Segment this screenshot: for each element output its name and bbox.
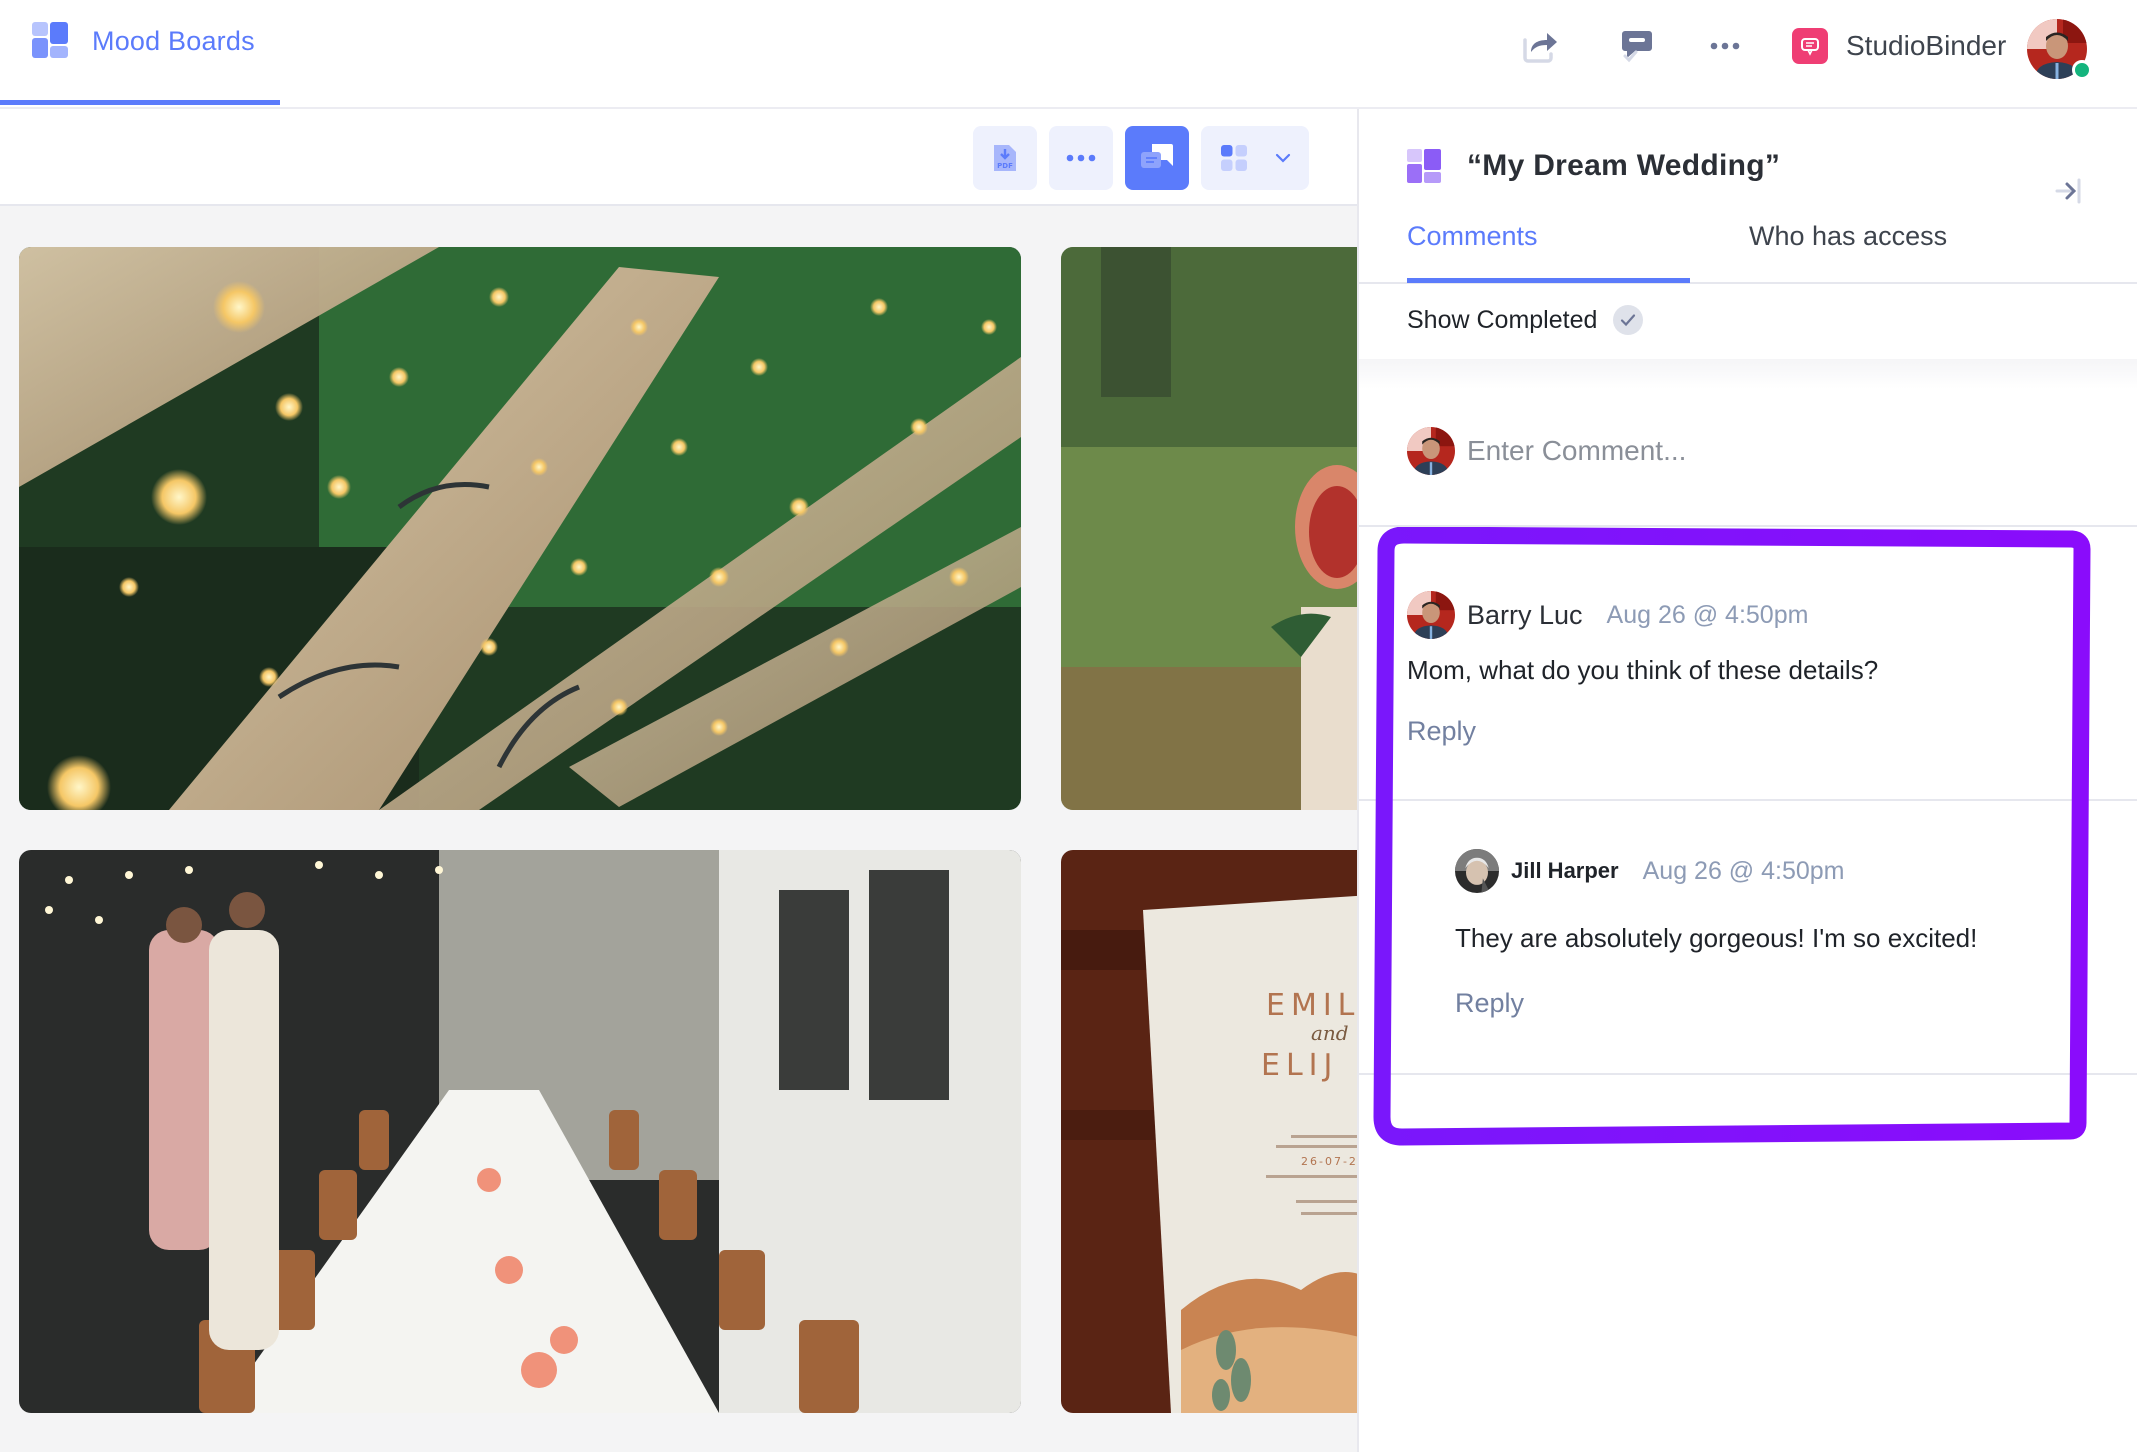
current-user-avatar (1407, 427, 1455, 475)
studiobinder-logo-icon (1792, 28, 1828, 64)
comment-timestamp: Aug 26 @ 4:50pm (1642, 856, 1845, 885)
image-banquet (19, 850, 1021, 1413)
check-icon[interactable] (1613, 305, 1644, 335)
top-header: Mood Boards StudioBinder (0, 0, 2137, 109)
board-image-fig[interactable] (1061, 247, 1371, 810)
board-image-invitation[interactable]: EMIL and ELIJ 26-07-2 (1061, 850, 1371, 1413)
comment-header: Barry Luc Aug 26 @ 4:50pm (1407, 591, 2087, 639)
comment-input[interactable] (1467, 435, 2067, 467)
reply-item: Jill Harper Aug 26 @ 4:50pm They are abs… (1455, 849, 2135, 1019)
image-fig (1061, 247, 1371, 810)
invitation-and: and (1311, 1021, 1349, 1045)
invitation-date: 26-07-2 (1301, 1155, 1358, 1168)
mood-board-icon (32, 22, 68, 58)
comment-header: Jill Harper Aug 26 @ 4:50pm (1455, 849, 2135, 893)
toolbar-more-button[interactable] (1049, 126, 1113, 190)
image-fairy-lights (19, 247, 1021, 810)
reply-button[interactable]: Reply (1407, 716, 1476, 747)
app-tab-label: Mood Boards (92, 26, 255, 56)
export-pdf-button[interactable]: PDF (973, 126, 1037, 190)
pdf-label: PDF (997, 162, 1013, 170)
author-avatar[interactable] (1407, 591, 1455, 639)
mood-board-icon (1407, 149, 1441, 183)
share-button[interactable] (1519, 26, 1559, 66)
comments-panel-button[interactable] (1125, 126, 1189, 190)
tab-mood-boards[interactable]: Mood Boards (0, 0, 280, 107)
image-invitation: EMIL and ELIJ 26-07-2 (1061, 850, 1371, 1413)
comment-check-icon (1622, 31, 1652, 63)
more-dots-icon (1066, 154, 1096, 162)
show-completed-toggle[interactable]: Show Completed (1407, 305, 1644, 335)
comment-timestamp: Aug 26 @ 4:50pm (1606, 600, 1809, 629)
comment-text: They are absolutely gorgeous! I'm so exc… (1455, 923, 1978, 953)
more-dots-icon (1710, 42, 1740, 50)
share-icon (1523, 33, 1557, 63)
divider (1359, 1073, 2137, 1075)
comments-toggle-button[interactable] (1617, 26, 1657, 66)
comments-icon (1141, 144, 1173, 168)
section-separator (1359, 359, 2137, 389)
show-completed-label: Show Completed (1407, 305, 1598, 334)
comments-panel: “My Dream Wedding” Comments Who has acce… (1357, 109, 2137, 1452)
board-image-fairy-lights[interactable] (19, 247, 1021, 810)
invitation-name-1: EMIL (1266, 988, 1360, 1023)
new-comment-row (1407, 425, 2107, 477)
mood-board-canvas: PDF EMIL and ELIJ 26-07-2 (0, 109, 1371, 1452)
tab-comments[interactable]: Comments (1407, 221, 1538, 252)
active-tab-indicator (1407, 278, 1690, 283)
comment-author: Jill Harper (1511, 858, 1619, 883)
divider (1359, 525, 2137, 527)
invitation-name-2: ELIJ (1261, 1048, 1338, 1083)
collapse-right-icon (2055, 178, 2081, 204)
more-options-button[interactable] (1705, 26, 1745, 66)
active-tab-indicator (0, 100, 280, 105)
author-avatar[interactable] (1455, 849, 1499, 893)
board-toolbar: PDF (0, 109, 1357, 206)
comment-item: Barry Luc Aug 26 @ 4:50pm Mom, what do y… (1407, 591, 2087, 747)
reply-button[interactable]: Reply (1455, 988, 1524, 1019)
board-image-banquet[interactable] (19, 850, 1021, 1413)
board-title: “My Dream Wedding” (1467, 149, 1781, 182)
tab-who-has-access[interactable]: Who has access (1749, 221, 1947, 252)
workspace-name: StudioBinder (1846, 30, 2007, 61)
collapse-panel-button[interactable] (2049, 171, 2089, 211)
pdf-download-icon: PDF (994, 145, 1016, 171)
divider (1359, 799, 2137, 801)
panel-header: “My Dream Wedding” (1407, 149, 1780, 183)
view-mode-dropdown[interactable] (1201, 126, 1309, 190)
online-status-indicator (2072, 60, 2092, 80)
comment-author: Barry Luc (1467, 599, 1583, 630)
chevron-down-icon (1275, 153, 1291, 163)
grid-view-icon (1221, 145, 1247, 171)
workspace-switcher[interactable]: StudioBinder (1792, 28, 2006, 64)
panel-tabs: Comments Who has access (1359, 209, 2137, 284)
comment-text: Mom, what do you think of these details? (1407, 655, 1879, 685)
